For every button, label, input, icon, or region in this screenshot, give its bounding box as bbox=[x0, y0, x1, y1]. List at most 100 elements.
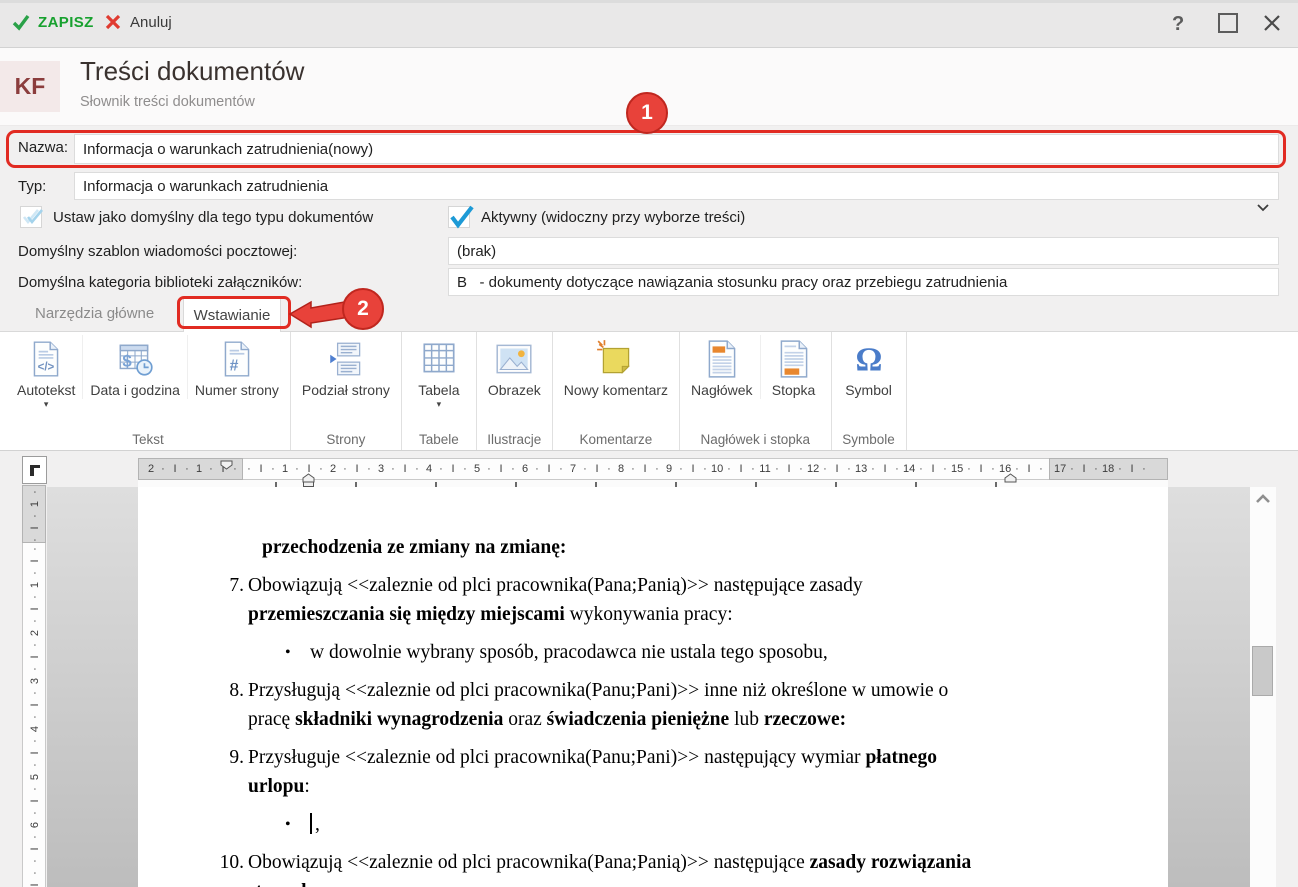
document-line: pracę składniki wynagrodzenia oraz świad… bbox=[248, 705, 1168, 734]
vertical-scrollbar[interactable] bbox=[1250, 487, 1276, 887]
ribbon-group-komentarze: Nowy komentarz Komentarze bbox=[553, 332, 681, 450]
text-segment: w dowolnie wybrany sposób, pracodawca ni… bbox=[310, 642, 828, 663]
list-number: 10. bbox=[219, 852, 244, 873]
help-button[interactable]: ? bbox=[1172, 13, 1184, 36]
pagenumber-icon: # bbox=[216, 338, 258, 380]
document-line: 8. Przysługują <<zaleznie od plci pracown… bbox=[229, 676, 1168, 705]
scrollbar-thumb[interactable] bbox=[1252, 646, 1273, 696]
app-window: ZAPISZ Anuluj ? KF Treści dokumentów Sło… bbox=[0, 0, 1298, 887]
ribbon-button-pagenumber[interactable]: # Numer strony bbox=[186, 335, 286, 399]
ribbon-button-pagebreak[interactable]: Podział strony bbox=[295, 335, 397, 399]
bold-text-segment: składniki wynagrodzenia bbox=[295, 709, 504, 730]
ribbon-button-table[interactable]: Tabela ▾ bbox=[406, 335, 472, 409]
bullet-list-item: •, bbox=[138, 810, 1168, 839]
ribbon-button-label: Tabela bbox=[418, 382, 460, 398]
scroll-up-icon[interactable] bbox=[1255, 491, 1271, 509]
type-select[interactable]: Informacja o warunkach zatrudnienia bbox=[74, 172, 1279, 212]
document-line: •, bbox=[285, 810, 1168, 839]
ribbon-group-label: Tabele bbox=[418, 432, 459, 447]
save-button-label: ZAPISZ bbox=[38, 13, 94, 31]
attachment-category-select[interactable]: B - dokumenty dotyczące nawiązania stosu… bbox=[448, 268, 1279, 308]
ribbon-group-label: Tekst bbox=[132, 432, 164, 447]
document-line: • w dowolnie wybrany sposób, pracodawca n… bbox=[285, 638, 1168, 667]
table-icon bbox=[418, 338, 460, 380]
mail-template-label: Domyślny szablon wiadomości pocztowej: bbox=[18, 243, 298, 260]
mail-template-select[interactable]: (brak) bbox=[448, 237, 1279, 277]
ribbon-group-strony: Podział strony Strony bbox=[291, 332, 402, 450]
ribbon-button-picture[interactable]: Obrazek bbox=[481, 335, 548, 399]
svg-text:$: $ bbox=[123, 351, 133, 370]
tab-wstawianie[interactable]: Wstawianie bbox=[183, 298, 281, 332]
ribbon-button-autotext[interactable]: </> Autotekst ▾ bbox=[10, 335, 82, 409]
document-line: 7. Obowiązują <<zaleznie od plci pracowni… bbox=[229, 571, 1168, 600]
header-icon bbox=[701, 338, 743, 380]
document-line: 10. Obowiązują <<zaleznie od plci pracown… bbox=[220, 848, 1168, 877]
annotation-step-2-badge: 2 bbox=[342, 288, 384, 330]
name-input[interactable]: Informacja o warunkach zatrudnienia(nowy… bbox=[74, 134, 1279, 164]
datetime-icon: $ bbox=[114, 338, 156, 380]
checkmark-icon bbox=[12, 13, 30, 31]
name-label: Nazwa: bbox=[18, 139, 69, 156]
right-indent-marker[interactable] bbox=[1004, 470, 1017, 488]
ribbon-button-header[interactable]: Nagłówek bbox=[684, 335, 759, 399]
cancel-button[interactable]: Anuluj bbox=[104, 13, 172, 31]
svg-text:Ω: Ω bbox=[855, 342, 882, 379]
tab-stop-selector[interactable] bbox=[22, 456, 47, 484]
tab-type-icon bbox=[29, 465, 40, 476]
bullet-glyph: • bbox=[285, 644, 291, 661]
ribbon-button-new-comment[interactable]: Nowy komentarz bbox=[557, 335, 675, 399]
ruler-segment: · 1 · I · bbox=[22, 485, 46, 543]
text-segment: wykonywania pracy: bbox=[564, 604, 733, 625]
chevron-down-icon bbox=[1224, 182, 1269, 233]
ribbon-button-omega[interactable]: Ω Symbol bbox=[836, 335, 902, 399]
first-line-indent-marker[interactable] bbox=[220, 457, 233, 475]
ribbon-button-label: Numer strony bbox=[194, 382, 279, 398]
ribbon-groups: </> Autotekst ▾ $ Data i godzina # Numer stron… bbox=[0, 331, 1298, 451]
name-input-value: Informacja o warunkach zatrudnienia(nowy… bbox=[83, 140, 374, 158]
active-checkbox[interactable] bbox=[448, 205, 474, 229]
ribbon-button-datetime[interactable]: $ Data i godzina bbox=[82, 335, 187, 399]
hanging-indent-marker[interactable] bbox=[302, 470, 315, 488]
new-comment-icon bbox=[595, 338, 637, 380]
omega-icon: Ω bbox=[848, 338, 890, 380]
save-button[interactable]: ZAPISZ bbox=[12, 13, 94, 31]
active-checkbox-label: Aktywny (widoczny przy wyborze treści) bbox=[481, 209, 746, 226]
horizontal-ruler: 2 · I · 1 · I · · I · 1 · I · 2 · I · 3 · I · 4 · I · 5 · I · 6 · I · 7 · I · 8… bbox=[138, 457, 1168, 483]
text-segment: Obowiązują <<zaleznie od plci pracownika… bbox=[248, 852, 810, 873]
annotation-step-1-badge: 1 bbox=[626, 92, 668, 134]
document-line: 9. Przysługuje <<zaleznie od plci pracown… bbox=[229, 743, 1168, 772]
bullet-list-item: • w dowolnie wybrany sposób, pracodawca n… bbox=[138, 638, 1168, 667]
ribbon-button-label: Autotekst bbox=[17, 382, 76, 398]
ribbon-tabbar: Narzędzia główne Wstawianie 2 bbox=[0, 288, 1298, 332]
bold-text-segment: przechodzenia ze zmiany na zmianę: bbox=[262, 537, 567, 558]
bold-text-segment: stosunku pracy: bbox=[248, 881, 382, 887]
ribbon-group-label: Ilustracje bbox=[487, 432, 542, 447]
tab-narzedzia-glowne[interactable]: Narzędzia główne bbox=[35, 305, 154, 322]
tab-wstawianie-label: Wstawianie bbox=[193, 307, 271, 324]
bold-text-segment: przemieszczania się między miejscami bbox=[248, 604, 565, 625]
bold-text-segment: płatnego bbox=[865, 747, 937, 768]
numbered-list-item: 9. Przysługuje <<zaleznie od plci pracown… bbox=[138, 743, 1168, 801]
page-subtitle: Słownik treści dokumentów bbox=[80, 94, 255, 110]
close-button[interactable] bbox=[1262, 13, 1282, 33]
default-checkbox[interactable] bbox=[20, 206, 43, 228]
maximize-icon bbox=[1218, 13, 1238, 33]
ruler-segment: · I · 1 · I · 2 · I · 3 · I · 4 · I · 5 · I · 6 · I · 7 · I · 8 · I · 9 · I · 1… bbox=[243, 458, 1049, 480]
bold-text-segment: świadczenia pieniężne bbox=[546, 709, 730, 730]
ribbon-group-label: Strony bbox=[326, 432, 366, 447]
paragraph: przechodzenia ze zmiany na zmianę: bbox=[138, 533, 1168, 562]
document-content: przechodzenia ze zmiany na zmianę: 7. Obow… bbox=[138, 487, 1168, 887]
bold-text-segment: zasady rozwiązania bbox=[809, 852, 972, 873]
document-page[interactable]: przechodzenia ze zmiany na zmianę: 7. Obow… bbox=[138, 487, 1168, 887]
document-line: stosunku pracy: bbox=[248, 877, 1168, 887]
text-segment: , bbox=[315, 814, 320, 835]
ribbon-button-label: Podział strony bbox=[301, 382, 390, 398]
autotext-icon: </> bbox=[25, 338, 67, 380]
maximize-button[interactable] bbox=[1218, 13, 1238, 33]
numbered-list-item: 10. Obowiązują <<zaleznie od plci pracown… bbox=[138, 848, 1168, 887]
text-segment: Obowiązują <<zaleznie od plci pracownika… bbox=[248, 575, 863, 596]
ribbon-group-label: Symbole bbox=[842, 432, 895, 447]
pagebreak-icon bbox=[325, 338, 367, 380]
ribbon-button-footer[interactable]: Stopka bbox=[759, 335, 827, 399]
properties-form: Nazwa: Informacja o warunkach zatrudnien… bbox=[0, 126, 1298, 308]
